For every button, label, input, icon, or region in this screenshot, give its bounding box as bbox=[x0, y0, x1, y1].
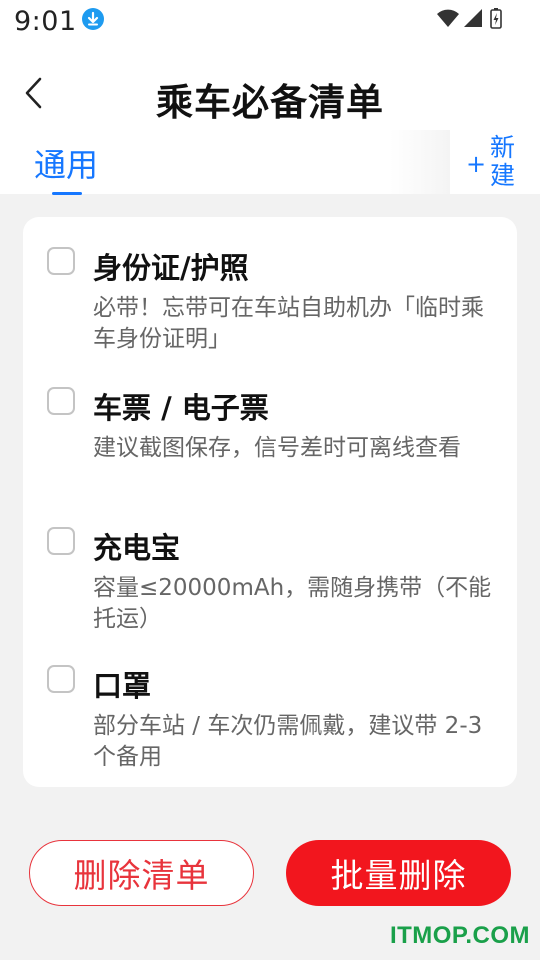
signal-icon bbox=[464, 9, 482, 27]
item-description: 必带！忘带可在车站自助机办「临时乘车身份证明」 bbox=[93, 295, 484, 352]
checklist-card: 身份证/护照 必带！忘带可在车站自助机办「临时乘车身份证明」 车票 / 电子票 … bbox=[23, 217, 517, 787]
header: 乘车必备清单 bbox=[0, 44, 540, 130]
status-time: 9:01 bbox=[14, 6, 77, 37]
item-checkbox[interactable] bbox=[47, 527, 75, 555]
app-screen: 9:01 乘车必备清单 通用 + 新建 身份证/护照 必带！忘带可在车站自助机办… bbox=[0, 0, 540, 960]
item-description: 容量≤20000mAh，需随身携带（不能托运） bbox=[93, 575, 492, 632]
batch-delete-button[interactable]: 批量删除 bbox=[286, 840, 511, 906]
new-button[interactable]: + 新建 bbox=[462, 134, 524, 194]
battery-icon bbox=[490, 8, 502, 29]
item-title: 身份证/护照 bbox=[93, 251, 249, 285]
tab-fade-overlay bbox=[390, 130, 450, 194]
status-bar: 9:01 bbox=[0, 0, 540, 44]
new-button-label: 新建 bbox=[490, 133, 516, 190]
download-icon bbox=[82, 8, 104, 30]
status-icons bbox=[436, 7, 506, 29]
watermark: ITMOP.COM bbox=[389, 922, 530, 949]
plus-icon: + bbox=[466, 150, 487, 178]
tab-general[interactable]: 通用 bbox=[34, 140, 99, 195]
tab-active-indicator bbox=[52, 192, 82, 195]
delete-list-button[interactable]: 删除清单 bbox=[29, 840, 254, 906]
wifi-icon bbox=[437, 9, 459, 27]
item-title: 充电宝 bbox=[93, 531, 181, 565]
item-title: 口罩 bbox=[93, 669, 152, 703]
item-checkbox[interactable] bbox=[47, 665, 75, 693]
item-description: 建议截图保存，信号差时可离线查看 bbox=[93, 435, 461, 461]
item-checkbox[interactable] bbox=[47, 247, 75, 275]
tab-label: 通用 bbox=[34, 146, 99, 184]
item-description: 部分车站 / 车次仍需佩戴，建议带 2-3 个备用 bbox=[93, 713, 483, 770]
item-title: 车票 / 电子票 bbox=[93, 391, 269, 425]
tab-strip: 通用 + 新建 bbox=[0, 130, 540, 195]
page-title: 乘车必备清单 bbox=[156, 81, 384, 124]
item-checkbox[interactable] bbox=[47, 387, 75, 415]
